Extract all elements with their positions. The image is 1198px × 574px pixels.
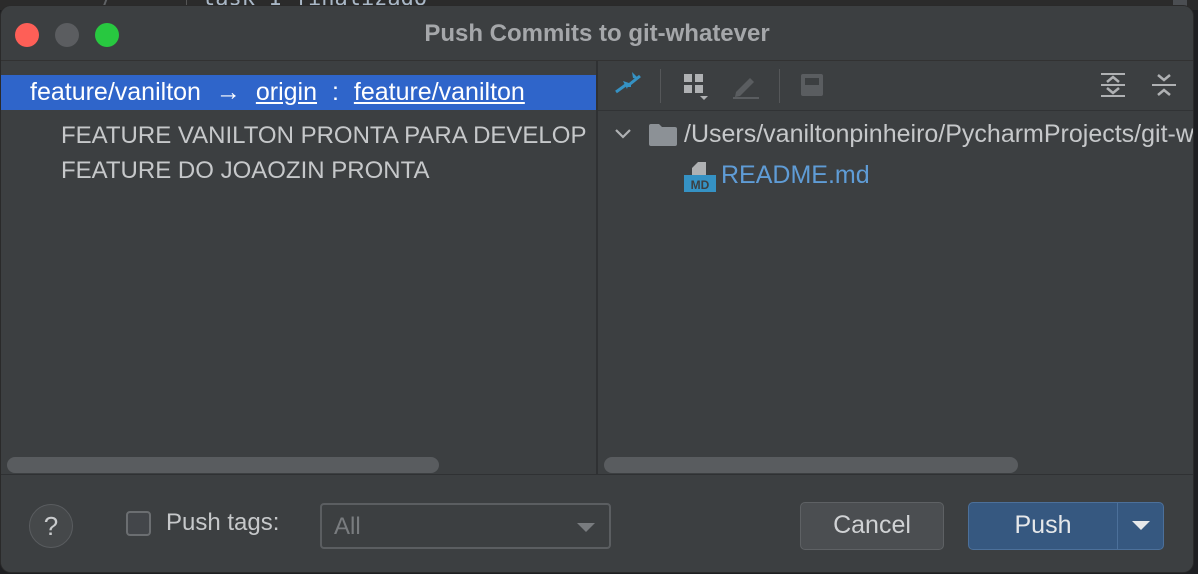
file-badge: MD <box>691 178 710 192</box>
branch-row[interactable]: feature/vanilton → origin : feature/vani… <box>1 75 596 110</box>
title-bar: Push Commits to git-whatever <box>1 6 1193 61</box>
push-button[interactable]: Push <box>968 502 1164 550</box>
push-arrow: → <box>215 78 241 106</box>
chevron-down-icon[interactable] <box>614 125 632 143</box>
dropdown-arrow-icon <box>577 523 595 532</box>
push-commits-dialog: Push Commits to git-whatever feature/van… <box>1 6 1193 572</box>
push-tags-checkbox[interactable] <box>126 511 151 536</box>
commits-horizontal-scrollbar[interactable] <box>7 457 439 473</box>
push-tags-label[interactable]: Push tags: <box>166 509 279 537</box>
push-button-label[interactable]: Push <box>969 503 1117 547</box>
push-options-dropdown-icon[interactable] <box>1132 521 1150 530</box>
tags-select-value: All <box>334 513 361 540</box>
dialog-title: Push Commits to git-whatever <box>424 20 770 47</box>
merge-arrows-icon[interactable] <box>613 70 643 100</box>
show-diff-icon <box>801 74 823 96</box>
toolbar-separator <box>779 69 780 103</box>
commits-panel: feature/vanilton → origin : feature/vani… <box>1 61 596 474</box>
dialog-footer: ? Push tags: All Cancel Push <box>1 474 1193 572</box>
changes-panel: /Users/vaniltonpinheiro/PycharmProjects/… <box>598 61 1193 474</box>
help-button[interactable]: ? <box>29 504 73 548</box>
tags-select: All <box>320 503 611 549</box>
changes-toolbar <box>598 61 1193 111</box>
group-by-icon[interactable] <box>681 70 711 100</box>
folder-icon <box>649 124 677 146</box>
commit-item[interactable]: FEATURE VANILTON PRONTA PARA DEVELOP <box>61 122 586 150</box>
collapse-all-icon[interactable] <box>1149 70 1179 100</box>
toolbar-separator <box>660 69 661 103</box>
markdown-file-icon: MD <box>684 162 716 192</box>
expand-all-icon[interactable] <box>1098 70 1128 100</box>
remote-branch-link[interactable]: feature/vanilton <box>354 75 525 110</box>
edit-icon <box>733 78 759 99</box>
changes-horizontal-scrollbar[interactable] <box>604 457 1018 473</box>
local-branch: feature/vanilton <box>30 78 201 106</box>
remote-name-link[interactable]: origin <box>256 75 317 110</box>
file-name[interactable]: README.md <box>721 161 870 190</box>
push-split-divider <box>1117 503 1118 549</box>
cancel-button[interactable]: Cancel <box>800 502 944 550</box>
folder-path[interactable]: /Users/vaniltonpinheiro/PycharmProjects/… <box>684 120 1193 149</box>
remote-separator: : <box>331 78 339 106</box>
commit-item[interactable]: FEATURE DO JOAOZIN PRONTA <box>61 157 429 185</box>
